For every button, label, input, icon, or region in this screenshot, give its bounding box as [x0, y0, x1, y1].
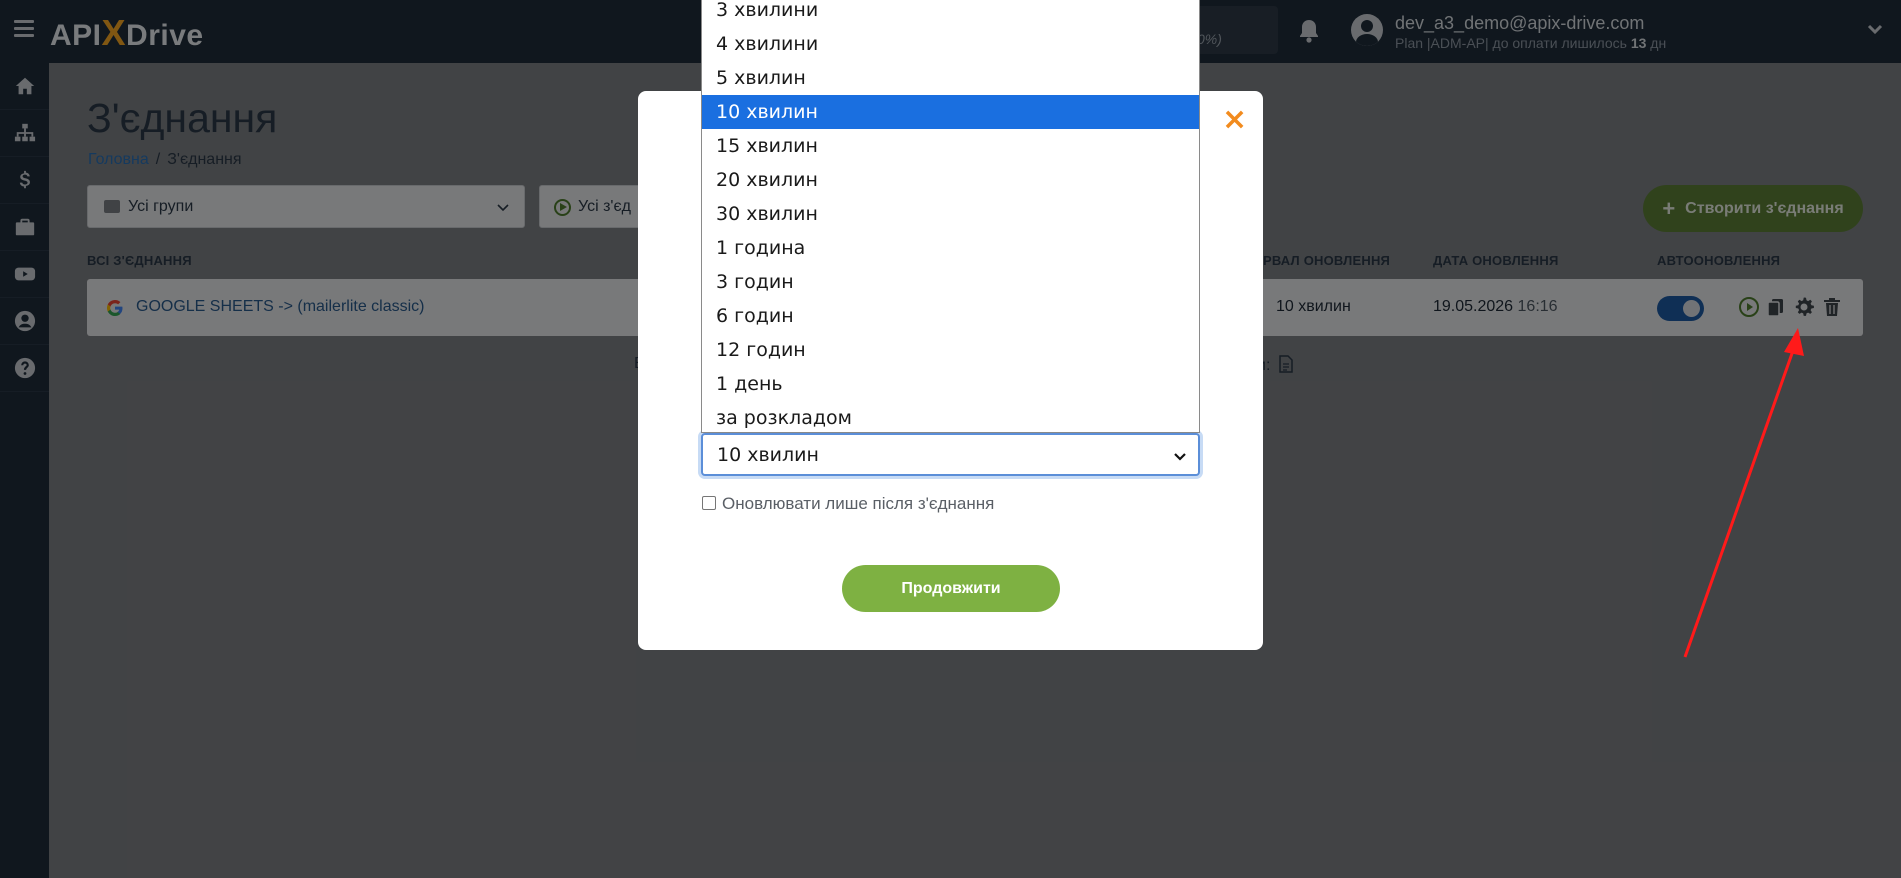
dropdown-option[interactable]: 20 хвилин: [702, 163, 1199, 197]
continue-button[interactable]: Продовжити: [842, 565, 1060, 612]
update-after-connection-checkbox[interactable]: [702, 496, 716, 510]
dropdown-option[interactable]: за розкладом: [702, 401, 1199, 432]
dropdown-option[interactable]: 1 година: [702, 231, 1199, 265]
checkbox-label[interactable]: Оновлювати лише після з'єднання: [722, 494, 994, 514]
interval-dropdown-list: 3 хвилини 4 хвилини 5 хвилин 10 хвилин 15 хв…: [701, 0, 1200, 433]
dropdown-option[interactable]: 15 хвилин: [702, 129, 1199, 163]
dropdown-option[interactable]: 30 хвилин: [702, 197, 1199, 231]
dropdown-option[interactable]: 12 годин: [702, 333, 1199, 367]
dropdown-option[interactable]: 3 годин: [702, 265, 1199, 299]
dropdown-option[interactable]: 4 хвилини: [702, 27, 1199, 61]
dropdown-option[interactable]: 10 хвилин: [702, 95, 1199, 129]
dropdown-option[interactable]: 6 годин: [702, 299, 1199, 333]
dropdown-option[interactable]: 1 день: [702, 367, 1199, 401]
dropdown-option[interactable]: 3 хвилини: [702, 0, 1199, 27]
close-icon[interactable]: ×: [1222, 105, 1247, 135]
chevron-down-icon: [1172, 448, 1188, 464]
interval-select-value: 10 хвилин: [717, 444, 819, 466]
dropdown-option[interactable]: 5 хвилин: [702, 61, 1199, 95]
interval-select[interactable]: 10 хвилин: [701, 433, 1200, 476]
